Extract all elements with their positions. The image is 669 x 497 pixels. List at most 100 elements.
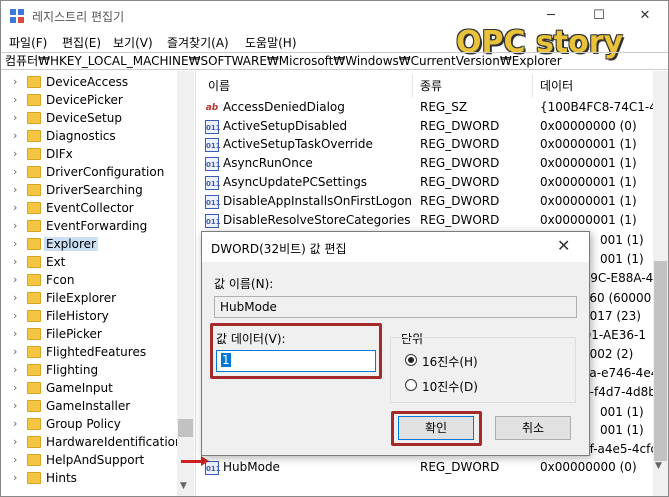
tree-item[interactable]: › DevicePicker xyxy=(1,91,179,109)
menu-file[interactable]: 파일(F) xyxy=(9,34,47,51)
window-title: 레지스트리 편집기 xyxy=(32,10,125,24)
header-data[interactable]: 데이터 xyxy=(540,77,573,94)
list-row[interactable]: 011 AsyncUpdatePCSettings REG_DWORD 0x00000… xyxy=(200,174,653,192)
chevron-right-icon[interactable]: › xyxy=(13,183,17,196)
value-name-field: HubMode xyxy=(214,296,577,318)
tree-item[interactable]: › FileExplorer xyxy=(1,289,179,307)
menu-edit[interactable]: 편집(E) xyxy=(62,34,101,51)
partial-data: 8-f4d7-4d8b xyxy=(582,385,653,399)
tree-item[interactable]: › Ext xyxy=(1,253,179,271)
menu-favorites[interactable]: 즐겨찾기(A) xyxy=(167,34,229,51)
tree-item[interactable]: › Group Policy xyxy=(1,415,179,433)
tree-item-selected[interactable]: › Explorer xyxy=(1,235,179,253)
folder-icon xyxy=(27,94,41,106)
list-row[interactable]: 011 ActiveSetupTaskOverride REG_DWORD 0x000… xyxy=(200,136,653,154)
menu-help[interactable]: 도움말(H) xyxy=(245,34,297,51)
folder-icon xyxy=(27,346,41,358)
chevron-right-icon[interactable]: › xyxy=(13,129,17,142)
key-tree: › DeviceAccess › DevicePicker › DeviceSetup… xyxy=(1,71,196,496)
binary-value-icon: 011 xyxy=(205,138,221,152)
chevron-right-icon[interactable]: › xyxy=(13,237,17,250)
folder-icon xyxy=(27,112,41,124)
tree-item[interactable]: › DIFx xyxy=(1,145,179,163)
ok-button[interactable]: 확인 xyxy=(398,416,474,440)
radio-dec[interactable] xyxy=(405,379,417,391)
list-scrollbar[interactable]: ▼ xyxy=(653,71,668,496)
folder-icon xyxy=(27,418,41,430)
radio-hex[interactable] xyxy=(405,354,417,366)
chevron-right-icon[interactable]: › xyxy=(13,111,17,124)
binary-value-icon: 011 xyxy=(205,195,221,209)
tree-item[interactable]: › DeviceAccess xyxy=(1,73,179,91)
chevron-right-icon[interactable]: › xyxy=(13,345,17,358)
list-row-hubmode[interactable]: 011 HubMode REG_DWORD 0x00000000 (0) xyxy=(200,459,653,477)
chevron-right-icon[interactable]: › xyxy=(13,93,17,106)
chevron-right-icon[interactable]: › xyxy=(13,255,17,268)
chevron-right-icon[interactable]: › xyxy=(13,75,17,88)
value-data-input[interactable]: 1 xyxy=(216,350,376,372)
chevron-right-icon[interactable]: › xyxy=(13,417,17,430)
edit-dword-dialog: DWORD(32비트) 값 편집 ✕ 값 이름(N): HubMode 값 데이… xyxy=(201,231,590,456)
tree-item[interactable]: › EventForwarding xyxy=(1,217,179,235)
scroll-down-icon[interactable]: ▼ xyxy=(655,461,662,471)
tree-item[interactable]: › EventCollector xyxy=(1,199,179,217)
tree-item[interactable]: › DriverSearching xyxy=(1,181,179,199)
tree-item[interactable]: › GameInstaller xyxy=(1,397,179,415)
chevron-right-icon[interactable]: › xyxy=(13,165,17,178)
chevron-right-icon[interactable]: › xyxy=(13,399,17,412)
folder-icon xyxy=(27,184,41,196)
scrollbar-thumb[interactable] xyxy=(654,261,667,461)
annotation-arrow xyxy=(181,456,209,466)
close-button[interactable]: ✕ xyxy=(622,1,668,31)
tree-item[interactable]: › FileHistory xyxy=(1,307,179,325)
scrollbar-thumb[interactable] xyxy=(178,419,193,437)
list-row[interactable]: ab AccessDeniedDialog REG_SZ {100B4FC8-74C1… xyxy=(200,99,653,117)
header-name[interactable]: 이름 xyxy=(208,77,230,94)
chevron-right-icon[interactable]: › xyxy=(13,219,17,232)
chevron-right-icon[interactable]: › xyxy=(13,453,17,466)
value-name-label: 값 이름(N): xyxy=(214,277,274,291)
tree-item[interactable]: › FilePicker xyxy=(1,325,179,343)
list-row[interactable]: 011 ActiveSetupDisabled REG_DWORD 0x0000000… xyxy=(200,118,653,136)
tree-item[interactable]: › HardwareIdentification xyxy=(1,433,183,451)
folder-icon xyxy=(27,256,41,268)
tree-item[interactable]: › DriverConfiguration xyxy=(1,163,179,181)
radio-dec-label[interactable]: 10진수(D) xyxy=(422,378,478,395)
header-divider[interactable] xyxy=(532,75,533,97)
tree-item[interactable]: › Hints xyxy=(1,469,179,487)
folder-icon xyxy=(27,202,41,214)
radio-hex-label[interactable]: 16진수(H) xyxy=(422,353,478,370)
tree-item[interactable]: › GameInput xyxy=(1,379,179,397)
chevron-right-icon[interactable]: › xyxy=(13,381,17,394)
folder-icon xyxy=(27,310,41,322)
tree-item[interactable]: › DeviceSetup xyxy=(1,109,179,127)
list-row[interactable]: 011 DisableResolveStoreCategories REG_DWOR… xyxy=(200,212,653,230)
list-row[interactable]: 011 DisableAppInstallsOnFirstLogon REG_DWO… xyxy=(200,193,653,211)
tree-item[interactable]: › HelpAndSupport xyxy=(1,451,179,469)
chevron-right-icon[interactable]: › xyxy=(13,471,17,484)
tree-item[interactable]: › Fcon xyxy=(1,271,179,289)
menu-view[interactable]: 보기(V) xyxy=(113,34,153,51)
tree-item[interactable]: › Flighting xyxy=(1,361,179,379)
chevron-right-icon[interactable]: › xyxy=(13,435,17,448)
chevron-right-icon[interactable]: › xyxy=(13,201,17,214)
chevron-right-icon[interactable]: › xyxy=(13,327,17,340)
chevron-right-icon[interactable]: › xyxy=(13,291,17,304)
list-row[interactable]: 011 AsyncRunOnce REG_DWORD 0x00000001 (1) xyxy=(200,155,653,173)
address-bar[interactable]: 컴퓨터₩HKEY_LOCAL_MACHINE₩SOFTWARE₩Microsof… xyxy=(1,52,668,70)
tree-item[interactable]: › Diagnostics xyxy=(1,127,179,145)
tree-item[interactable]: › FlightedFeatures xyxy=(1,343,179,361)
tree-scrollbar[interactable]: ▼ xyxy=(177,71,194,496)
scroll-down-icon[interactable]: ▼ xyxy=(180,481,187,491)
folder-icon xyxy=(27,472,41,484)
partial-data: 001 (1) xyxy=(600,423,644,437)
header-divider[interactable] xyxy=(412,75,413,97)
chevron-right-icon[interactable]: › xyxy=(13,309,17,322)
header-type[interactable]: 종류 xyxy=(420,77,442,94)
chevron-right-icon[interactable]: › xyxy=(13,273,17,286)
cancel-button[interactable]: 취소 xyxy=(495,416,571,440)
dialog-close-icon[interactable]: ✕ xyxy=(557,236,570,255)
folder-icon xyxy=(27,130,41,142)
chevron-right-icon[interactable]: › xyxy=(13,147,17,160)
chevron-right-icon[interactable]: › xyxy=(13,363,17,376)
